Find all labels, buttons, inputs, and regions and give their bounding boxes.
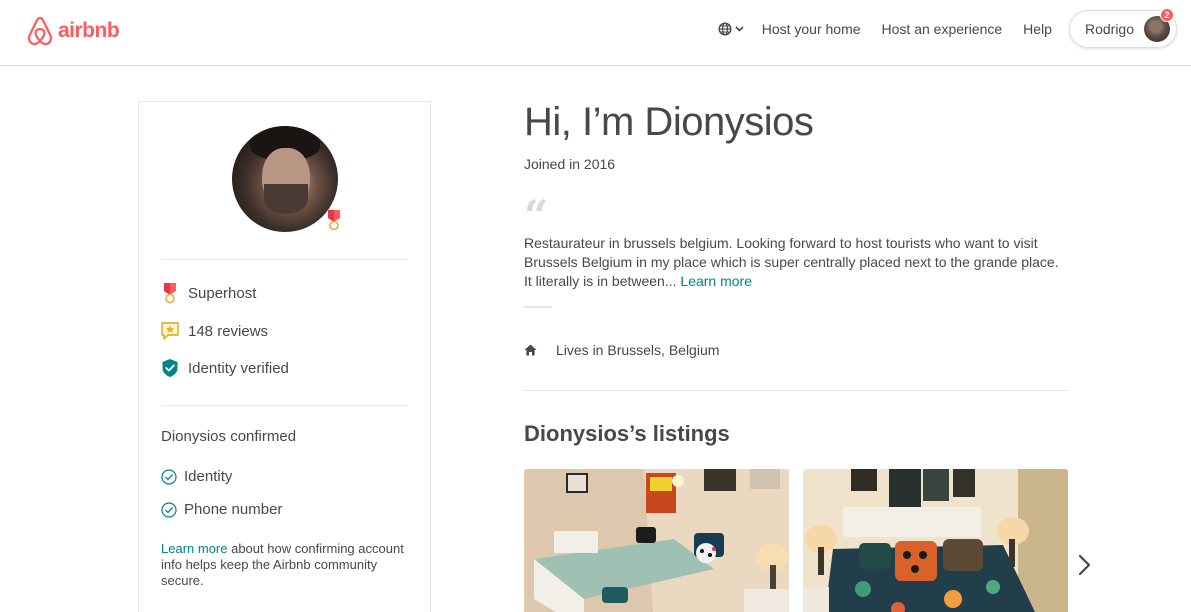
- check-circle-icon: [161, 501, 177, 518]
- main-divider: [524, 390, 1067, 391]
- listings-title: Dionysios’s listings: [524, 421, 730, 446]
- about-text: Restaurateur in brussels belgium. Lookin…: [524, 234, 1069, 291]
- review-star-icon: [161, 322, 179, 340]
- globe-icon: [718, 22, 732, 36]
- page-title: Hi, I’m Dionysios: [524, 100, 814, 144]
- identity-verified-label: Identity verified: [188, 359, 289, 377]
- about-text-body: Restaurateur in brussels belgium. Lookin…: [524, 235, 1059, 289]
- reviews-label: 148 reviews: [188, 322, 269, 340]
- confirmed-item-label: Phone number: [184, 501, 283, 518]
- confirmed-item-label: Identity: [184, 468, 233, 485]
- home-icon: [524, 344, 537, 356]
- confirmed-item-identity: Identity: [161, 468, 232, 485]
- reviews-stat[interactable]: 148 reviews: [161, 321, 268, 341]
- airbnb-belo-icon: [27, 16, 53, 46]
- listing-photo: [524, 469, 789, 612]
- airbnb-logo[interactable]: airbnb: [26, 16, 120, 46]
- sidebar-divider: [161, 405, 408, 406]
- host-your-home-link[interactable]: Host your home: [762, 21, 861, 37]
- lives-in-label: Lives in Brussels, Belgium: [556, 342, 720, 358]
- header-nav: Host your home Host an experience Help R…: [718, 8, 1177, 48]
- help-link[interactable]: Help: [1023, 21, 1052, 37]
- listing-card-photo[interactable]: [803, 469, 1068, 612]
- check-circle-icon: [161, 468, 177, 485]
- superhost-medal-icon: [164, 283, 176, 304]
- confirmed-title: Dionysios confirmed: [161, 428, 297, 445]
- confirmation-info-note: Learn more about how confirming account …: [161, 541, 411, 589]
- sidebar-divider: [161, 259, 408, 260]
- chevron-down-icon: [735, 26, 744, 32]
- shield-check-icon: [162, 359, 178, 377]
- joined-date: Joined in 2016: [524, 156, 616, 172]
- lives-in-row: Lives in Brussels, Belgium: [524, 342, 719, 358]
- language-currency-button[interactable]: [718, 22, 744, 36]
- short-divider: [524, 306, 552, 308]
- user-name: Rodrigo: [1084, 21, 1134, 37]
- quote-icon: “: [524, 191, 549, 240]
- identity-verified-stat: Identity verified: [161, 358, 289, 378]
- about-learn-more-link[interactable]: Learn more: [680, 273, 752, 289]
- photo-beard: [264, 184, 308, 214]
- profile-sidebar-card: Superhost 148 reviews Identity verified …: [138, 101, 431, 612]
- user-menu-button[interactable]: Rodrigo 2: [1068, 8, 1177, 48]
- superhost-medal-icon: [328, 210, 340, 231]
- profile-photo: [232, 126, 338, 232]
- listing-card-photo[interactable]: [524, 469, 789, 612]
- learn-more-link[interactable]: Learn more: [161, 541, 227, 556]
- superhost-label: Superhost: [188, 284, 257, 302]
- logo-wordmark: airbnb: [58, 19, 120, 42]
- chevron-right-icon[interactable]: [1074, 553, 1094, 577]
- host-an-experience-link[interactable]: Host an experience: [882, 21, 1003, 37]
- confirmed-item-phone: Phone number: [161, 501, 282, 518]
- listing-photo: [803, 469, 1068, 612]
- top-navigation-bar: airbnb Host your home Host an experience…: [0, 0, 1191, 66]
- notification-badge: 2: [1160, 8, 1174, 22]
- superhost-stat: Superhost: [161, 282, 256, 304]
